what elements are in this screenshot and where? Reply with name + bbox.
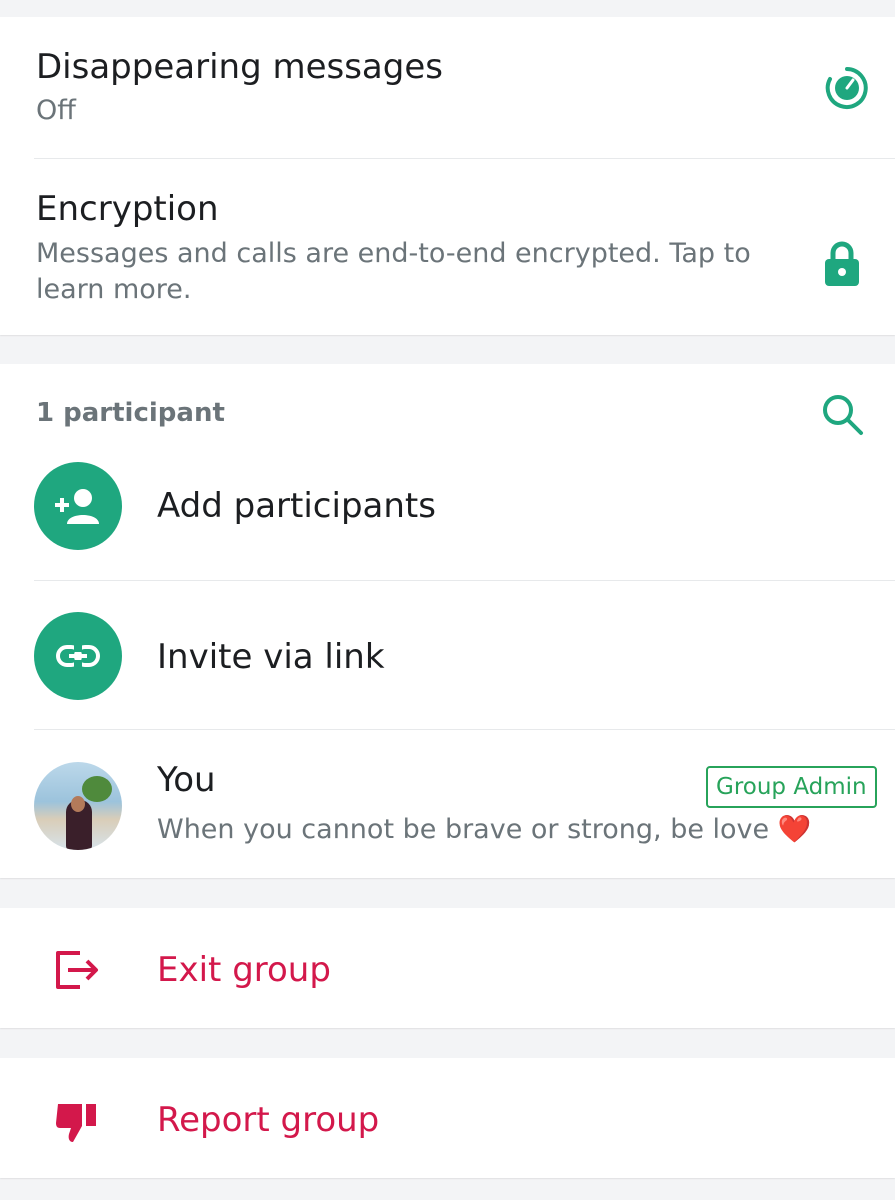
participants-card: 1 participant Add participants Invite vi… [0,364,895,878]
avatar-face [71,796,85,812]
participant-status: When you cannot be brave or strong, be l… [157,814,812,845]
thumbs-down-icon [56,1104,96,1142]
exit-icon [56,951,98,989]
participant-row[interactable]: You When you cannot be brave or strong, … [0,730,895,878]
add-participants-label: Add participants [157,486,436,526]
timer-icon [825,67,868,109]
group-admin-badge: Group Admin [706,766,877,808]
participant-count: 1 participant [36,398,225,428]
search-icon[interactable] [820,392,864,436]
encryption-row[interactable]: Encryption Messages and calls are end-to… [0,159,895,335]
invite-via-link-row[interactable]: Invite via link [0,581,895,729]
disappearing-messages-row[interactable]: Disappearing messages Off [0,17,895,158]
encryption-title: Encryption [36,189,219,229]
settings-card: Disappearing messages Off Encryption Mes… [0,17,895,335]
add-participant-icon [34,462,122,550]
encryption-description: Messages and calls are end-to-end encryp… [36,238,751,305]
disappearing-messages-value: Off [36,95,76,126]
participant-name: You [157,760,216,800]
exit-group-card[interactable]: Exit group [0,908,895,1028]
report-group-card[interactable]: Report group [0,1058,895,1178]
link-icon [34,612,122,700]
add-participants-row[interactable]: Add participants [0,462,895,580]
lock-icon [825,241,859,286]
exit-group-label: Exit group [157,950,331,990]
invite-via-link-label: Invite via link [157,637,385,677]
report-group-label: Report group [157,1100,380,1140]
avatar-palm-tree [82,776,112,802]
avatar[interactable] [34,762,122,850]
disappearing-messages-title: Disappearing messages [36,47,443,87]
